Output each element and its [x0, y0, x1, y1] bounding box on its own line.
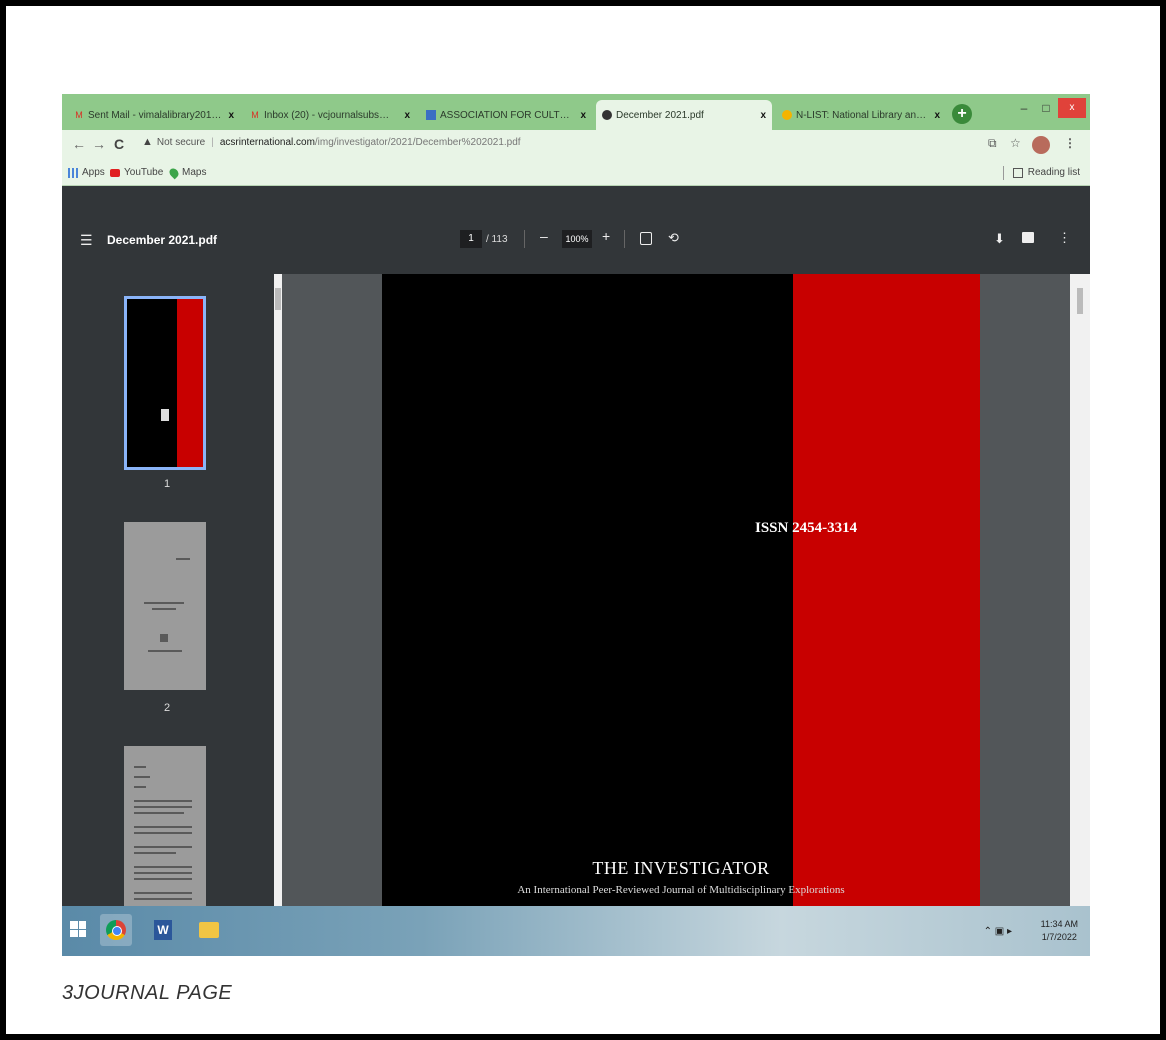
maximize-button[interactable]: □	[1036, 98, 1056, 118]
chrome-taskbar-icon[interactable]	[100, 914, 132, 946]
thumbnail-sidebar: 1 2	[62, 274, 282, 906]
youtube-icon	[110, 168, 120, 177]
scrollbar-handle[interactable]	[1077, 288, 1083, 314]
reading-list-button[interactable]: Reading list	[1012, 167, 1080, 178]
tab-close-icon[interactable]: x	[934, 110, 940, 121]
bookmark-apps[interactable]: Apps	[68, 167, 105, 178]
journal-subtitle: An International Peer-Reviewed Journal o…	[517, 884, 845, 896]
zoom-in-button[interactable]: +	[602, 228, 610, 244]
warning-triangle-icon: ▲	[142, 136, 153, 148]
tab-close-icon[interactable]: x	[404, 110, 410, 121]
gmail-icon: M	[75, 110, 83, 120]
url-host: acsrinternational.com	[219, 136, 315, 148]
pdf-toolbar: ☰ December 2021.pdf 1 / 113 – 100% + ⟲ ⬇…	[62, 186, 1090, 274]
browser-menu-icon[interactable]: ⋮	[1064, 136, 1076, 150]
url-path: /img/investigator/2021/December%202021.p…	[314, 136, 521, 148]
system-tray-icons[interactable]: ⌃ ▣ ▸	[984, 926, 1012, 937]
thumbnail-label: 1	[163, 478, 171, 490]
globe-icon	[602, 110, 612, 120]
hamburger-menu-icon[interactable]: ☰	[80, 232, 93, 249]
bookmark-maps[interactable]: Maps	[167, 166, 206, 179]
journal-title: THE INVESTIGATOR	[592, 858, 770, 878]
download-icon[interactable]: ⬇	[994, 231, 1005, 247]
scrollbar-handle[interactable]	[275, 288, 281, 310]
tab-close-icon[interactable]: x	[580, 110, 586, 121]
zoom-out-button[interactable]: –	[540, 228, 548, 244]
rotate-icon[interactable]: ⟲	[668, 230, 679, 246]
pdf-page-cover: ISSN 2454-3314 THE INVESTIGATOR An Inter…	[382, 274, 980, 906]
tab-nlist[interactable]: N-LIST: National Library and In x	[776, 100, 946, 130]
page-caption: 3JOURNAL PAGE	[62, 982, 233, 1004]
bookmark-star-icon[interactable]: ☆	[1010, 136, 1021, 150]
nlist-icon	[782, 110, 792, 120]
address-bar[interactable]: ▲ Not secure | acsrinternational.com/img…	[142, 136, 521, 148]
windows-start-button[interactable]	[70, 921, 86, 937]
tab-strip: M Sent Mail - vimalalibrary20150 x M Inb…	[62, 94, 1090, 130]
gmail-icon: M	[251, 110, 259, 120]
issn-text: ISSN 2454-3314	[755, 520, 858, 536]
divider	[1003, 166, 1004, 180]
page-thumbnail-1[interactable]	[124, 296, 206, 470]
forward-arrow-icon[interactable]: →	[92, 136, 106, 152]
thumbnail-scrollbar[interactable]	[274, 274, 282, 906]
viewer-scrollbar[interactable]	[1070, 274, 1090, 906]
tab-sent-mail[interactable]: M Sent Mail - vimalalibrary20150 x	[68, 100, 240, 130]
reading-list-icon	[1012, 167, 1023, 178]
apps-grid-icon	[68, 167, 78, 178]
tab-close-icon[interactable]: x	[228, 110, 234, 121]
pdf-more-icon[interactable]: ⋮	[1058, 230, 1071, 246]
bookmark-youtube[interactable]: YouTube	[110, 167, 163, 178]
acs-icon	[426, 110, 436, 120]
browser-window: M Sent Mail - vimalalibrary20150 x M Inb…	[62, 94, 1090, 956]
reload-icon[interactable]: C	[114, 136, 124, 152]
window-close-button[interactable]: x	[1058, 98, 1086, 118]
bookmarks-bar: Apps YouTube Maps Reading list	[62, 160, 1090, 186]
page-number-input[interactable]: 1	[460, 230, 482, 248]
pdf-viewer: ISSN 2454-3314 THE INVESTIGATOR An Inter…	[282, 274, 1090, 906]
maps-pin-icon	[167, 166, 181, 179]
minimize-button[interactable]: –	[1014, 98, 1034, 118]
cover-red-band	[793, 274, 980, 906]
pdf-title: December 2021.pdf	[107, 233, 218, 247]
fit-to-page-icon[interactable]	[640, 232, 652, 245]
share-icon[interactable]: ⧉	[988, 136, 997, 151]
tab-inbox[interactable]: M Inbox (20) - vcjournalsubs@gm x	[244, 100, 416, 130]
divider	[524, 230, 525, 248]
file-explorer-taskbar-icon[interactable]	[192, 914, 224, 946]
zoom-level-input[interactable]: 100%	[562, 230, 592, 248]
new-tab-button[interactable]: +	[952, 104, 972, 124]
profile-avatar[interactable]	[1032, 136, 1050, 154]
page-thumbnail-2[interactable]	[124, 522, 206, 690]
tab-association[interactable]: ASSOCIATION FOR CULTURAL x	[420, 100, 592, 130]
windows-taskbar: W ⌃ ▣ ▸ 11:34 AM 1/7/2022	[62, 906, 1090, 956]
tab-december-pdf[interactable]: December 2021.pdf x	[596, 100, 772, 130]
thumbnail-label: 2	[163, 702, 171, 714]
tab-close-icon[interactable]: x	[760, 110, 766, 121]
page-total: / 113	[486, 234, 508, 245]
page-thumbnail-3[interactable]	[124, 746, 206, 906]
word-taskbar-icon[interactable]: W	[146, 914, 178, 946]
back-arrow-icon[interactable]: ←	[72, 136, 86, 152]
browser-toolbar: ← → C ▲ Not secure | acsrinternational.c…	[62, 130, 1090, 160]
divider	[624, 230, 625, 248]
taskbar-clock[interactable]: 11:34 AM 1/7/2022	[1041, 918, 1078, 944]
print-icon[interactable]	[1022, 232, 1034, 243]
